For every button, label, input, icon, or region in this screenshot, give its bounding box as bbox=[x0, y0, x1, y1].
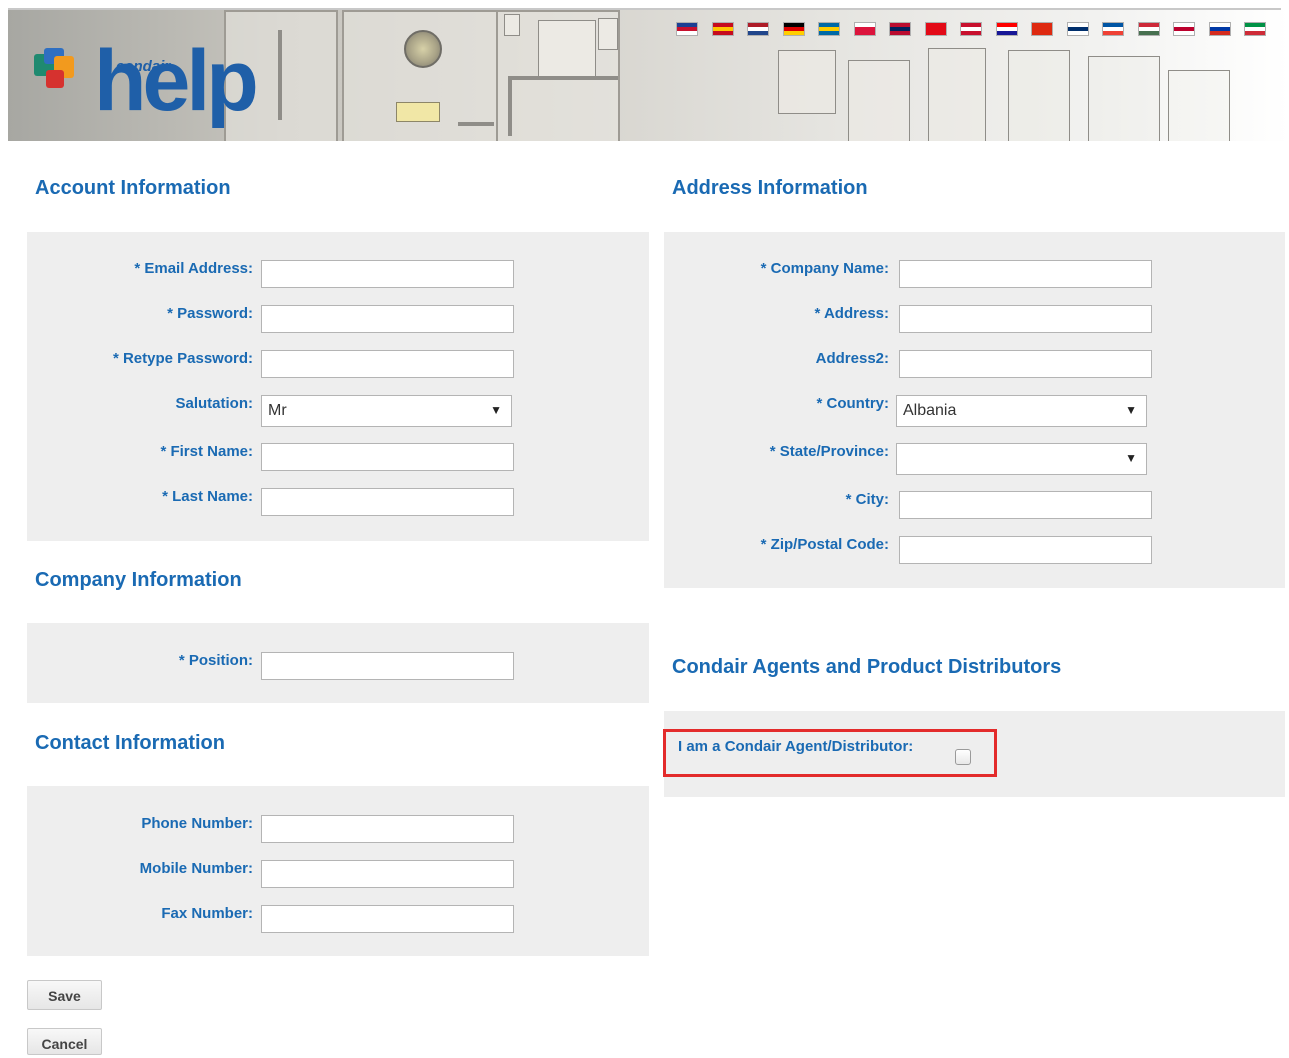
zip-postal-code-field[interactable] bbox=[899, 536, 1152, 564]
header-top-border bbox=[8, 8, 1281, 10]
flag-poland-icon[interactable] bbox=[853, 22, 876, 36]
mobile-number-label: Mobile Number: bbox=[139, 860, 253, 877]
banner-control-box bbox=[928, 48, 986, 141]
state-province-label: * State/Province: bbox=[769, 443, 889, 460]
flag-croatia-icon[interactable] bbox=[995, 22, 1018, 36]
flag-denmark-icon[interactable] bbox=[960, 22, 982, 36]
address2-field[interactable] bbox=[899, 350, 1152, 378]
cancel-button[interactable]: Cancel bbox=[27, 1028, 102, 1055]
flag-norway-icon[interactable] bbox=[889, 22, 911, 36]
last-name-field[interactable] bbox=[261, 488, 514, 516]
city-label: * City: bbox=[845, 491, 889, 508]
flag-spain-icon[interactable] bbox=[711, 22, 734, 36]
flag-finland-icon[interactable] bbox=[1066, 22, 1089, 36]
fax-number-label: Fax Number: bbox=[161, 905, 253, 922]
banner-pipe bbox=[458, 122, 494, 126]
first-name-field[interactable] bbox=[261, 443, 514, 471]
city-field[interactable] bbox=[899, 491, 1152, 519]
flag-uk-icon[interactable] bbox=[676, 22, 698, 36]
salutation-select[interactable]: Mr ▼ bbox=[261, 395, 512, 427]
address-field[interactable] bbox=[899, 305, 1152, 333]
contact-section-title: Contact Information bbox=[35, 732, 225, 754]
last-name-label: * Last Name: bbox=[162, 488, 253, 505]
address-label: * Address: bbox=[814, 305, 889, 322]
flag-sweden-icon[interactable] bbox=[818, 22, 840, 36]
first-name-label: * First Name: bbox=[160, 443, 253, 460]
fax-number-field[interactable] bbox=[261, 905, 514, 933]
email-field[interactable] bbox=[261, 260, 514, 288]
chevron-down-icon: ▼ bbox=[490, 403, 502, 417]
address-panel: * Company Name: * Address: Address2: * C… bbox=[664, 232, 1285, 588]
country-select[interactable]: Albania ▼ bbox=[896, 395, 1147, 427]
position-label: * Position: bbox=[178, 652, 253, 669]
chevron-down-icon: ▼ bbox=[1125, 451, 1137, 465]
banner-control-box bbox=[778, 50, 836, 114]
company-name-field[interactable] bbox=[899, 260, 1152, 288]
banner-control-box bbox=[504, 14, 520, 36]
mobile-number-field[interactable] bbox=[261, 860, 514, 888]
retype-password-field[interactable] bbox=[261, 350, 514, 378]
phone-number-field[interactable] bbox=[261, 815, 514, 843]
banner-pipe bbox=[278, 30, 282, 120]
flag-japan-icon[interactable] bbox=[1173, 22, 1195, 36]
banner-control-box bbox=[1008, 50, 1070, 141]
flag-italy-icon[interactable] bbox=[1244, 22, 1266, 36]
salutation-selected-value: Mr bbox=[268, 402, 287, 419]
phone-number-label: Phone Number: bbox=[141, 815, 253, 832]
address2-label: Address2: bbox=[815, 350, 889, 367]
banner-warning-label bbox=[396, 102, 440, 122]
banner-gauge-image bbox=[404, 30, 442, 68]
condair-logo-icon[interactable] bbox=[32, 48, 80, 92]
banner-control-box bbox=[848, 60, 910, 141]
retype-password-label: * Retype Password: bbox=[112, 350, 253, 367]
state-province-select[interactable]: ▼ bbox=[896, 443, 1147, 475]
flag-china-icon[interactable] bbox=[1031, 22, 1053, 36]
country-selected-value: Albania bbox=[903, 402, 957, 419]
country-label: * Country: bbox=[816, 395, 890, 412]
company-panel: * Position: bbox=[27, 623, 649, 703]
banner-control-box bbox=[598, 18, 618, 50]
save-button[interactable]: Save bbox=[27, 980, 102, 1010]
zip-postal-code-label: * Zip/Postal Code: bbox=[760, 536, 889, 553]
salutation-label: Salutation: bbox=[175, 395, 254, 412]
chevron-down-icon: ▼ bbox=[1125, 403, 1137, 417]
header-banner: condair help bbox=[8, 10, 1289, 141]
banner-pipe bbox=[508, 76, 618, 80]
banner-control-box bbox=[1088, 56, 1160, 141]
email-label: * Email Address: bbox=[134, 260, 253, 277]
flag-hungary-icon[interactable] bbox=[1137, 22, 1160, 36]
company-name-label: * Company Name: bbox=[760, 260, 889, 277]
agent-distributor-label: I am a Condair Agent/Distributor: bbox=[678, 738, 914, 755]
account-section-title: Account Information bbox=[35, 177, 231, 199]
company-section-title: Company Information bbox=[35, 569, 242, 591]
flag-netherlands-icon[interactable] bbox=[747, 22, 769, 36]
brand-logo-text[interactable]: help bbox=[94, 38, 259, 124]
banner-control-box bbox=[1168, 70, 1230, 141]
contact-panel: Phone Number: Mobile Number: Fax Number: bbox=[27, 786, 649, 956]
position-field[interactable] bbox=[261, 652, 514, 680]
agents-section-title: Condair Agents and Product Distributors bbox=[672, 656, 1062, 678]
banner-control-box bbox=[538, 20, 596, 80]
agent-distributor-checkbox[interactable] bbox=[955, 749, 971, 765]
account-panel: * Email Address: * Password: * Retype Pa… bbox=[27, 232, 649, 541]
password-label: * Password: bbox=[167, 305, 253, 322]
flag-germany-icon[interactable] bbox=[782, 22, 805, 36]
address-section-title: Address Information bbox=[672, 177, 868, 199]
banner-pipe bbox=[508, 76, 512, 136]
flag-turkey-icon[interactable] bbox=[924, 22, 947, 36]
flag-russia-icon[interactable] bbox=[1208, 22, 1231, 36]
flag-france-icon[interactable] bbox=[1102, 22, 1124, 36]
password-field[interactable] bbox=[261, 305, 514, 333]
